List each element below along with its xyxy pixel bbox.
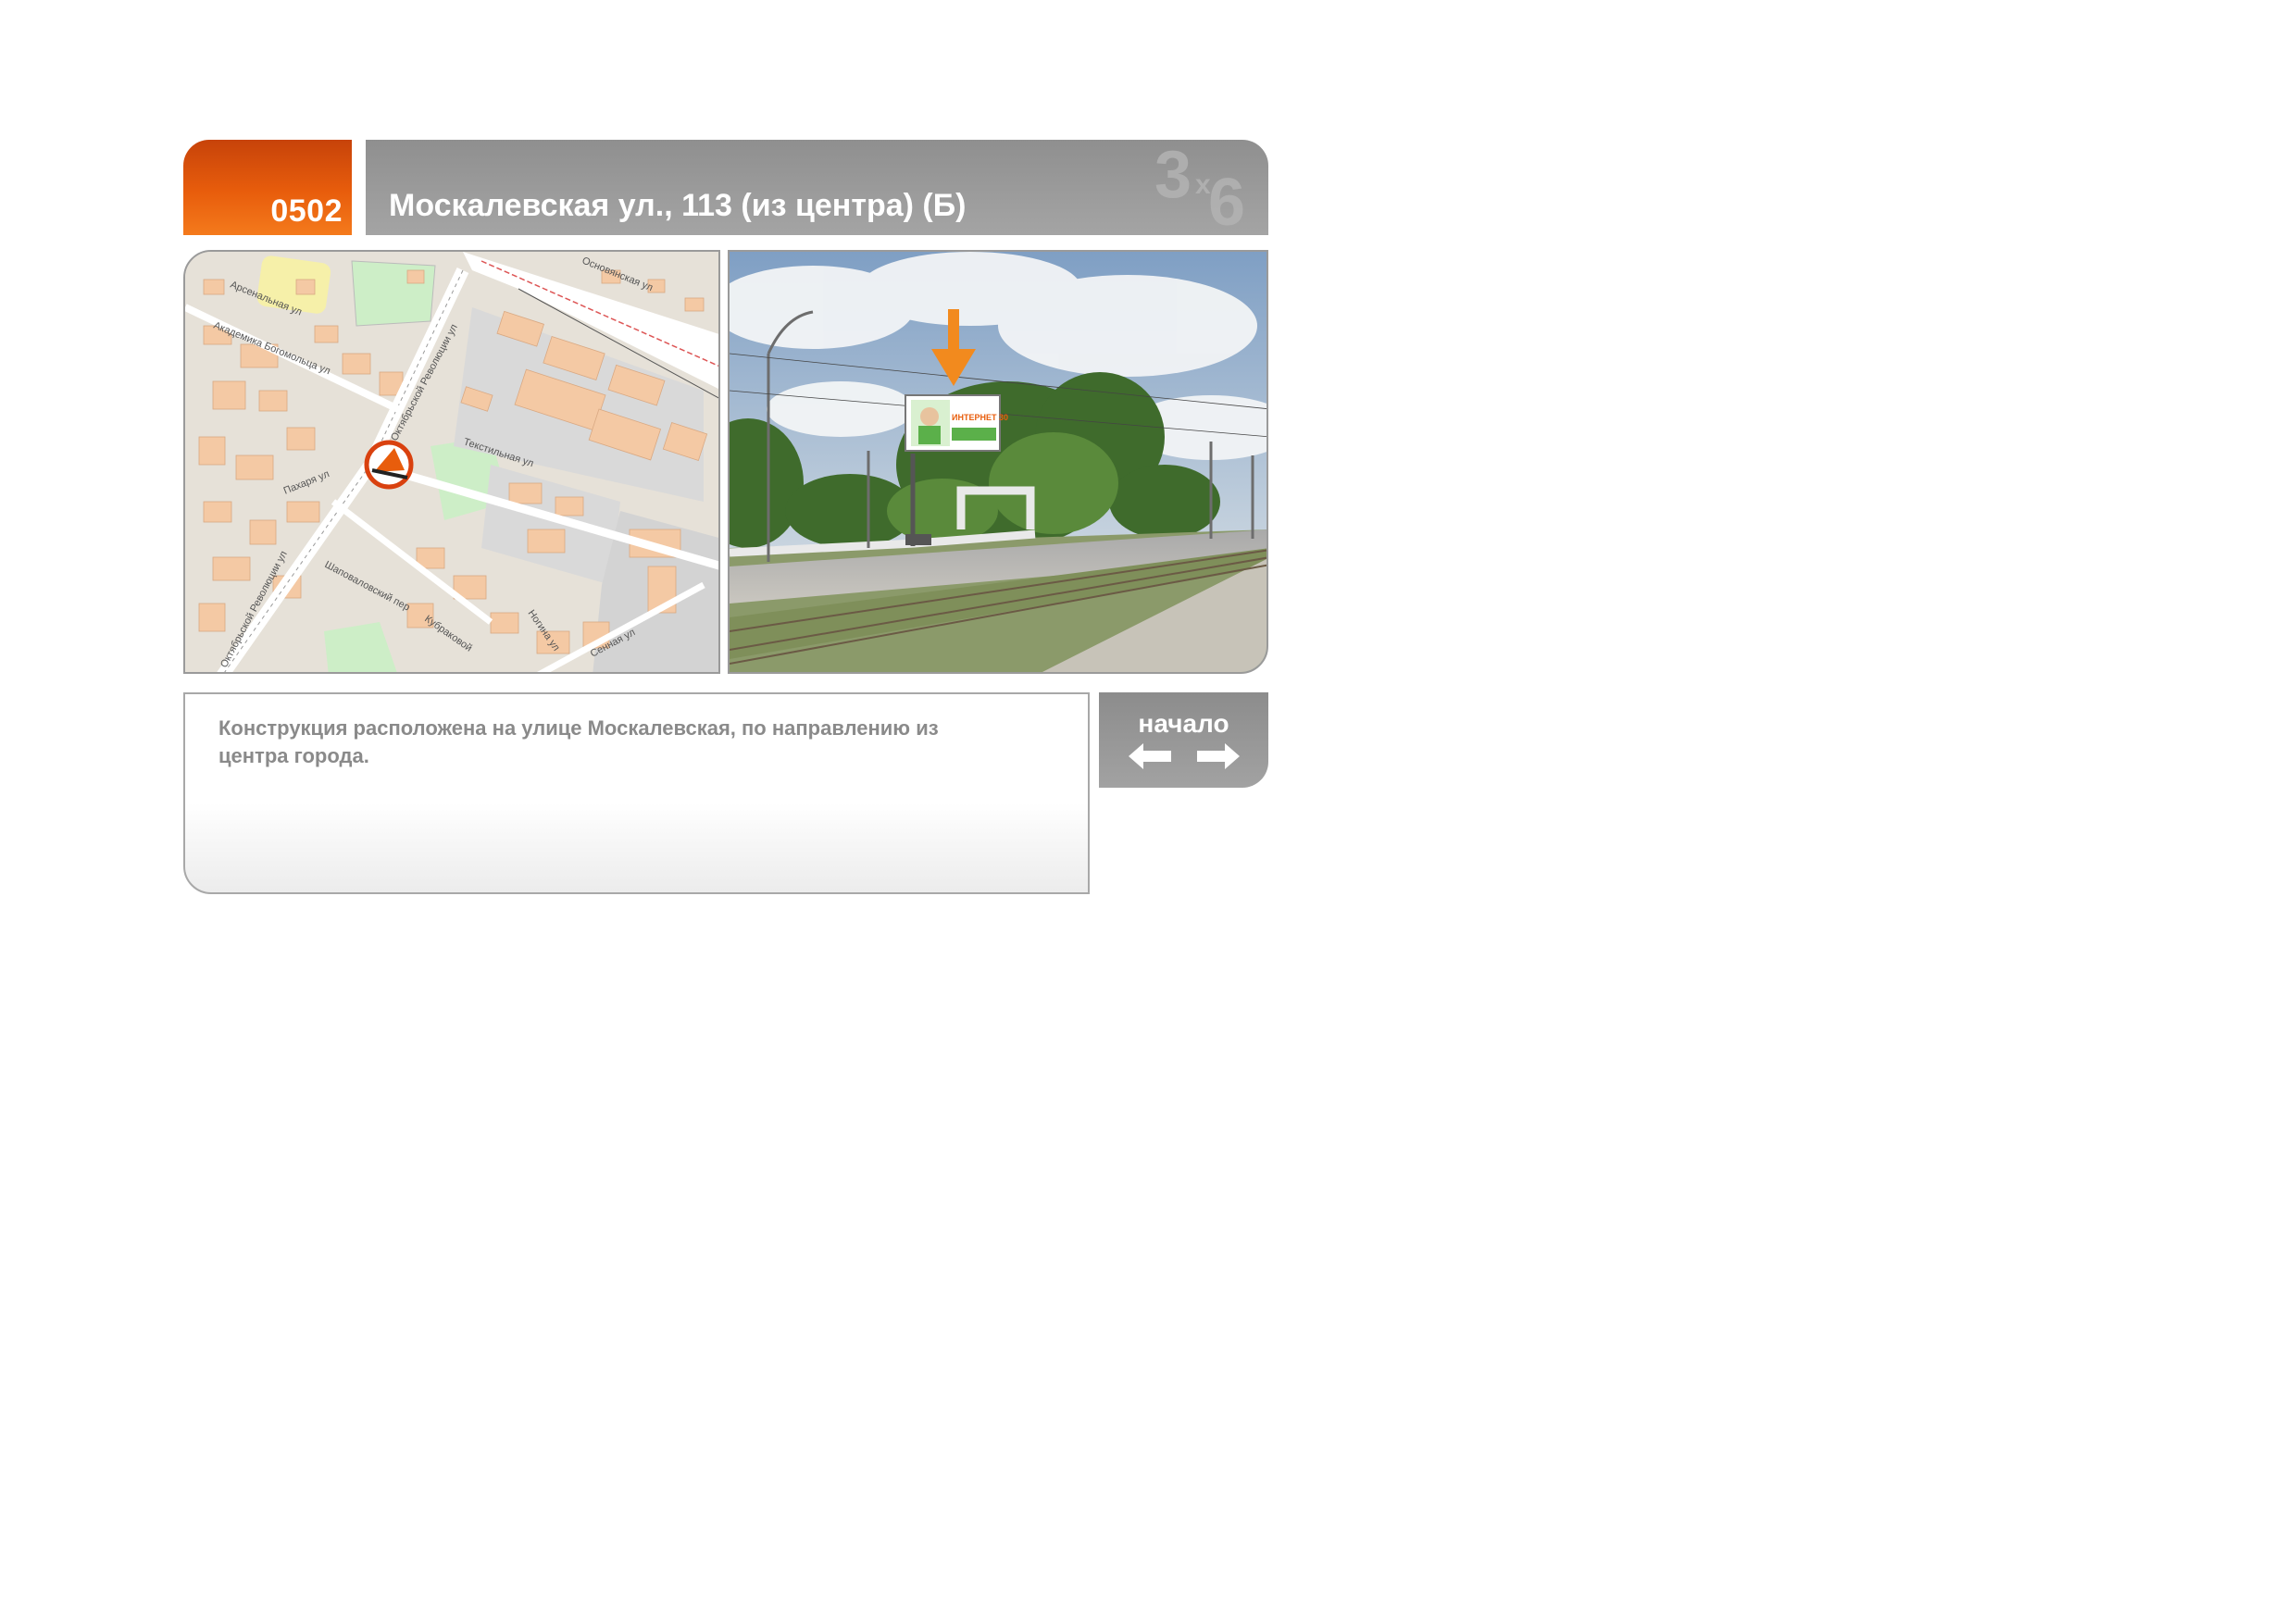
svg-text:3: 3 — [1154, 140, 1192, 212]
brand-logo: 3 x 6 — [1154, 140, 1245, 232]
description-panel: Конструкция расположена на улице Москале… — [183, 692, 1090, 894]
billboard-location-icon[interactable] — [364, 440, 414, 490]
location-code-tab: 0502 — [183, 140, 352, 235]
svg-text:6: 6 — [1208, 166, 1245, 232]
navigation-panel: начало — [1099, 692, 1268, 788]
photo-canvas: ИНТЕРНЕТ 30 — [730, 252, 1267, 672]
location-map[interactable]: Арсенальная ул Академика Богомольца ул О… — [183, 250, 720, 674]
arrow-right-icon[interactable] — [1195, 743, 1240, 769]
location-description: Конструкция расположена на улице Москале… — [218, 716, 939, 767]
billboard-text: ИНТЕРНЕТ 30 — [952, 413, 1008, 422]
location-photo[interactable]: ИНТЕРНЕТ 30 — [728, 250, 1268, 674]
map-canvas: Арсенальная ул Академика Богомольца ул О… — [185, 252, 718, 672]
header-bar: Москалевская ул., 113 (из центра) (Б) 3 … — [366, 140, 1268, 235]
location-code: 0502 — [270, 193, 343, 229]
arrow-left-icon[interactable] — [1129, 743, 1173, 769]
home-link[interactable]: начало — [1099, 709, 1268, 739]
page-title: Москалевская ул., 113 (из центра) (Б) — [389, 188, 967, 223]
